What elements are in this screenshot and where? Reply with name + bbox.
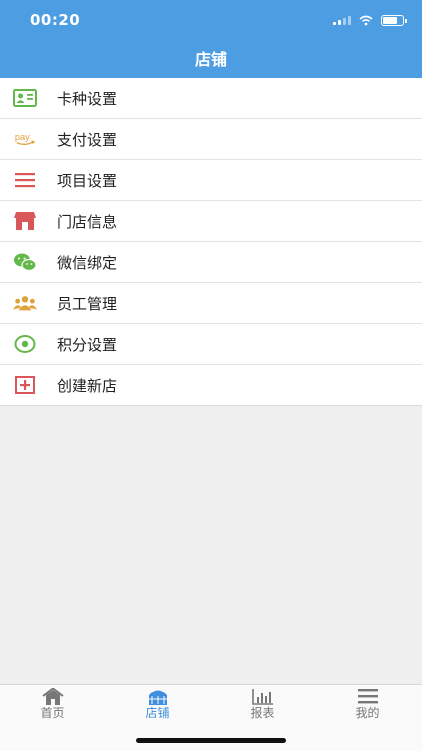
status-icons — [333, 13, 407, 27]
plus-square-icon — [13, 374, 37, 396]
menu-item-projects[interactable]: 项目设置 — [0, 160, 422, 201]
shop-icon — [149, 689, 167, 705]
menu-item-label: 支付设置 — [57, 130, 118, 149]
status-time: 00:20 — [30, 11, 81, 29]
pay-icon: pay — [13, 128, 37, 150]
menu-item-card-types[interactable]: 卡种设置 — [0, 78, 422, 119]
id-card-icon — [13, 87, 37, 109]
tab-label: 报表 — [250, 706, 275, 720]
menu-item-points[interactable]: 积分设置 — [0, 324, 422, 365]
page-title: 店铺 — [194, 50, 227, 69]
menu-item-label: 创建新店 — [57, 376, 118, 395]
header: 00:20 店铺 — [0, 0, 422, 78]
wechat-icon — [13, 251, 37, 273]
tab-label: 首页 — [40, 706, 65, 720]
group-icon — [13, 292, 37, 314]
list-icon — [13, 169, 37, 191]
menu-item-create-store[interactable]: 创建新店 — [0, 365, 422, 405]
menu-item-store-info[interactable]: 门店信息 — [0, 201, 422, 242]
tab-label: 店铺 — [145, 706, 170, 720]
menu-item-label: 项目设置 — [57, 171, 118, 190]
bar-chart-icon — [252, 689, 273, 705]
menu-item-label: 积分设置 — [57, 335, 118, 354]
tab-mine[interactable]: 我的 — [315, 685, 420, 725]
settings-menu: 卡种设置 pay 支付设置 项目设置 门店信息 微信绑定 员工管理 积分设置 创… — [0, 78, 422, 406]
home-indicator — [136, 738, 286, 743]
pay-icon-text: pay — [15, 132, 30, 142]
menu-item-staff-management[interactable]: 员工管理 — [0, 283, 422, 324]
tab-shop[interactable]: 店铺 — [105, 685, 210, 725]
signal-icon — [333, 15, 351, 25]
menu-item-label: 员工管理 — [57, 294, 118, 313]
tab-home[interactable]: 首页 — [0, 685, 105, 725]
home-icon — [42, 688, 64, 705]
eye-icon — [13, 333, 37, 355]
wifi-icon — [359, 15, 373, 25]
store-icon — [13, 210, 37, 232]
tab-reports[interactable]: 报表 — [210, 685, 315, 725]
menu-item-label: 卡种设置 — [57, 89, 118, 108]
menu-icon — [358, 689, 378, 704]
menu-item-label: 门店信息 — [57, 212, 118, 231]
menu-item-wechat-binding[interactable]: 微信绑定 — [0, 242, 422, 283]
menu-item-label: 微信绑定 — [57, 253, 118, 272]
menu-item-payment[interactable]: pay 支付设置 — [0, 119, 422, 160]
battery-icon — [381, 14, 407, 26]
tab-label: 我的 — [355, 706, 380, 720]
